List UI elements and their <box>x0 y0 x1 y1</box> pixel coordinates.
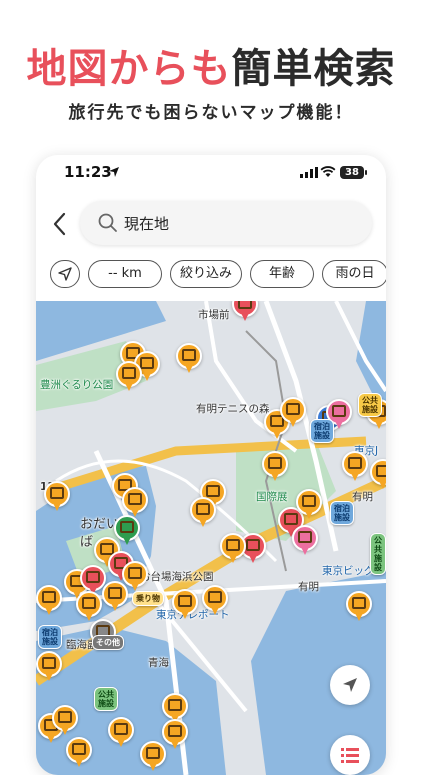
map-pin[interactable] <box>114 515 140 547</box>
location-arrow-icon <box>109 167 119 177</box>
map-pin[interactable] <box>346 591 372 623</box>
headline-dark: 簡単検索 <box>231 46 396 92</box>
facility-tag-lodging[interactable]: 宿泊 施設 <box>310 419 334 443</box>
map-pin[interactable] <box>36 585 62 617</box>
facility-tag-lodging[interactable]: 宿泊 施設 <box>38 625 62 649</box>
headline-accent: 地図からも <box>26 46 232 92</box>
rainy-day-filter-chip[interactable]: 雨の日 <box>322 260 386 288</box>
subheadline: 旅行先でも困らないマップ機能！ <box>68 103 354 123</box>
facility-tag-vehicle[interactable]: 乗り物 <box>132 591 164 606</box>
facility-tag-public[interactable]: 公共 施設 <box>358 393 382 417</box>
map-pin[interactable] <box>370 459 386 491</box>
current-location-button[interactable] <box>330 665 370 705</box>
search-icon <box>98 213 117 232</box>
battery-indicator: 38 <box>340 166 367 179</box>
facility-tag-lodging[interactable]: 宿泊 施設 <box>330 501 354 525</box>
facility-tag-public[interactable]: 公共 施設 <box>370 533 386 575</box>
map-pin[interactable] <box>262 451 288 483</box>
map-label-tokyo-big: 東京ビッグ <box>322 565 375 577</box>
map-pin[interactable] <box>116 361 142 393</box>
map-pin[interactable] <box>66 737 92 769</box>
location-filter-button[interactable] <box>50 260 80 288</box>
signal-icon <box>300 167 318 178</box>
map-pin[interactable] <box>102 581 128 613</box>
search-bar[interactable]: 現在地 <box>80 201 372 245</box>
facility-tag-other[interactable]: その他 <box>92 635 124 650</box>
list-icon <box>341 748 359 763</box>
map-pin[interactable] <box>296 489 322 521</box>
map-label-ariake-2: 有明 <box>298 581 319 593</box>
map-label-ariake-tennis: 有明テニスの森 <box>196 403 270 415</box>
map-pin[interactable] <box>44 481 70 513</box>
headline: 地図からも簡単検索 <box>0 36 422 94</box>
map-pin[interactable] <box>172 589 198 621</box>
map-pin[interactable] <box>108 717 134 749</box>
wifi-icon <box>320 166 336 177</box>
map-pin[interactable] <box>232 301 258 323</box>
map-pin[interactable] <box>52 705 78 737</box>
map-label-ichiba: 市場前 <box>198 309 230 321</box>
map-label-ba: ば <box>80 535 94 550</box>
map-pin[interactable] <box>190 497 216 529</box>
map-pin[interactable] <box>140 741 166 773</box>
facility-tag-public[interactable]: 公共 施設 <box>94 687 118 711</box>
map-pin[interactable] <box>202 585 228 617</box>
phone-screen: 11:23 38 現在地 -- km 絞り込み 年齢 雨の日 市場前 豊洲ぐるり… <box>36 155 386 775</box>
back-icon[interactable] <box>50 211 70 237</box>
map-view[interactable]: 市場前 豊洲ぐるり公園 有明テニスの森 国際展 有明 有明 おだい ば お台場海… <box>36 301 386 775</box>
map-pin[interactable] <box>342 451 368 483</box>
map-label-ariake: 有明 <box>352 491 373 503</box>
narrow-down-filter-chip[interactable]: 絞り込み <box>170 260 242 288</box>
map-label-kokusai: 国際展 <box>256 491 288 503</box>
filter-bar: -- km 絞り込み 年齢 雨の日 <box>50 260 386 288</box>
map-pin[interactable] <box>220 533 246 565</box>
map-pin[interactable] <box>280 397 306 429</box>
list-view-button[interactable] <box>330 735 370 775</box>
status-bar: 11:23 38 <box>36 163 386 185</box>
status-time: 11:23 <box>64 163 112 181</box>
search-text: 現在地 <box>124 215 170 233</box>
age-filter-chip[interactable]: 年齢 <box>250 260 314 288</box>
navigation-arrow-icon <box>343 678 357 692</box>
map-label-odaiba-park: お台場海浜公園 <box>140 571 214 583</box>
map-pin[interactable] <box>176 343 202 375</box>
map-pin[interactable] <box>292 525 318 557</box>
map-label-toyosu-park: 豊洲ぐるり公園 <box>40 379 114 391</box>
map-label-aomi: 青海 <box>148 657 169 669</box>
map-pin[interactable] <box>36 651 62 683</box>
distance-filter-chip[interactable]: -- km <box>88 260 162 288</box>
location-arrow-icon <box>58 267 72 281</box>
